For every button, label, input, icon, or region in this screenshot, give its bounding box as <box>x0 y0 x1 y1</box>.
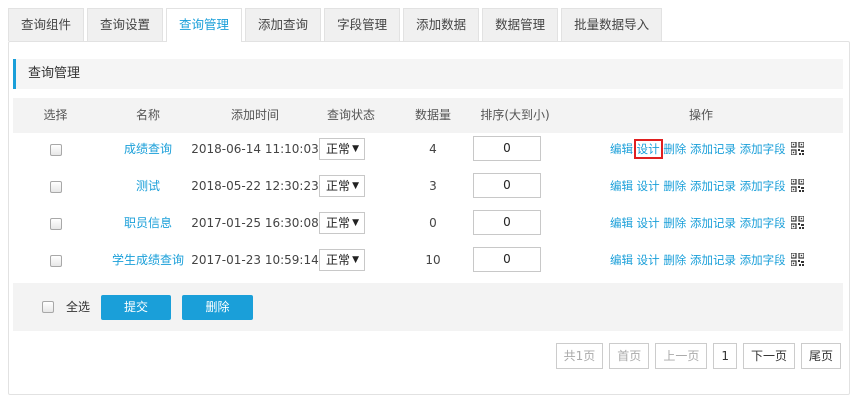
data-count: 0 <box>429 216 437 230</box>
tab-query-components[interactable]: 查询组件 <box>8 8 85 41</box>
edit-link[interactable]: 编辑 <box>610 179 633 193</box>
status-select[interactable]: 正常 ▼ <box>319 212 365 234</box>
header-time: 添加时间 <box>230 108 279 122</box>
data-count: 3 <box>429 179 437 193</box>
added-time: 2018-05-22 12:30:23 <box>191 179 319 193</box>
delete-link[interactable]: 删除 <box>663 216 686 230</box>
header-ops: 操作 <box>688 108 713 122</box>
tab-query-management[interactable]: 查询管理 <box>166 8 243 42</box>
sort-order-input[interactable]: 0 <box>473 210 541 235</box>
row-checkbox[interactable] <box>49 254 62 267</box>
section-title: 查询管理 <box>13 59 843 89</box>
row-select <box>13 205 98 242</box>
added-time: 2017-01-25 16:30:08 <box>191 216 319 230</box>
dropdown-arrow-icon: ▼ <box>352 144 359 154</box>
data-count: 10 <box>425 253 441 267</box>
add-record-link[interactable]: 添加记录 <box>690 216 736 230</box>
sort-order-input[interactable]: 0 <box>473 136 541 161</box>
tab-query-settings[interactable]: 查询设置 <box>87 8 164 41</box>
add-record-link[interactable]: 添加记录 <box>690 179 736 193</box>
row-actions: 编辑 设计 删除 添加记录 添加字段 <box>610 205 805 242</box>
page-number-current[interactable]: 1 <box>713 343 737 369</box>
status-value: 正常 <box>326 142 351 156</box>
status-select[interactable]: 正常 ▼ <box>319 175 365 197</box>
row-select <box>13 131 98 168</box>
row-actions: 编辑 设计 删除 添加记录 添加字段 <box>610 131 805 168</box>
sort-order-input[interactable]: 0 <box>473 173 541 198</box>
table-row: 学生成绩查询 2017-01-23 10:59:14 正常 ▼ 10 0 编辑 设… <box>13 242 843 279</box>
qr-code-icon[interactable] <box>791 216 805 229</box>
qr-code-icon[interactable] <box>791 179 805 192</box>
tab-add-query[interactable]: 添加查询 <box>245 8 322 41</box>
first-page-button[interactable]: 首页 <box>609 343 650 369</box>
header-sort: 排序(大到小) <box>480 108 550 122</box>
add-field-link[interactable]: 添加字段 <box>740 253 786 267</box>
row-select <box>13 242 98 279</box>
design-link[interactable]: 设计 <box>633 139 663 159</box>
row-actions: 编辑 设计 删除 添加记录 添加字段 <box>610 168 805 205</box>
page-total: 共1页 <box>555 343 604 369</box>
status-value: 正常 <box>326 216 351 230</box>
design-link[interactable]: 设计 <box>637 179 660 193</box>
status-select[interactable]: 正常 ▼ <box>319 138 365 160</box>
table-header: 选择 名称 添加时间 查询状态 数据量 排序(大到小) 操作 <box>13 98 843 133</box>
edit-link[interactable]: 编辑 <box>610 216 633 230</box>
row-actions: 编辑 设计 删除 添加记录 添加字段 <box>610 242 805 279</box>
row-checkbox[interactable] <box>49 143 62 156</box>
header-select: 选择 <box>43 108 68 122</box>
header-status: 查询状态 <box>326 108 375 122</box>
added-time: 2017-01-23 10:59:14 <box>191 253 319 267</box>
prev-page-button[interactable]: 上一页 <box>655 343 708 369</box>
pagination: 共1页 首页 上一页 1 下一页 尾页 <box>550 343 841 369</box>
status-value: 正常 <box>326 253 351 267</box>
last-page-button[interactable]: 尾页 <box>800 343 841 369</box>
tab-add-data[interactable]: 添加数据 <box>403 8 480 41</box>
next-page-button[interactable]: 下一页 <box>742 343 795 369</box>
add-field-link[interactable]: 添加字段 <box>740 142 786 156</box>
table-row: 成绩查询 2018-06-14 11:10:03 正常 ▼ 4 0 编辑 设计 删… <box>13 131 843 168</box>
design-link[interactable]: 设计 <box>637 216 660 230</box>
edit-link[interactable]: 编辑 <box>610 253 633 267</box>
tab-data-management[interactable]: 数据管理 <box>482 8 559 41</box>
design-link[interactable]: 设计 <box>637 253 660 267</box>
dropdown-arrow-icon: ▼ <box>352 255 359 265</box>
tab-field-management[interactable]: 字段管理 <box>324 8 401 41</box>
submit-button[interactable]: 提交 <box>101 295 171 320</box>
row-select <box>13 168 98 205</box>
sort-order-input[interactable]: 0 <box>473 247 541 272</box>
data-count: 4 <box>429 142 437 156</box>
row-checkbox[interactable] <box>49 217 62 230</box>
add-field-link[interactable]: 添加字段 <box>740 179 786 193</box>
added-time: 2018-06-14 11:10:03 <box>191 142 319 156</box>
delete-link[interactable]: 删除 <box>663 142 686 156</box>
table-row: 测试 2018-05-22 12:30:23 正常 ▼ 3 0 编辑 设计 删除 … <box>13 168 843 205</box>
delete-link[interactable]: 删除 <box>663 179 686 193</box>
qr-code-icon[interactable] <box>791 253 805 266</box>
status-select[interactable]: 正常 ▼ <box>319 249 365 271</box>
batch-action-bar: 全选 提交 删除 <box>13 283 843 331</box>
qr-code-icon[interactable] <box>791 142 805 155</box>
delete-link[interactable]: 删除 <box>663 253 686 267</box>
add-field-link[interactable]: 添加字段 <box>740 216 786 230</box>
add-record-link[interactable]: 添加记录 <box>690 253 736 267</box>
dropdown-arrow-icon: ▼ <box>352 218 359 228</box>
tab-batch-import[interactable]: 批量数据导入 <box>561 8 663 41</box>
add-record-link[interactable]: 添加记录 <box>690 142 736 156</box>
select-all-checkbox[interactable] <box>42 301 54 313</box>
row-checkbox[interactable] <box>49 180 62 193</box>
main-panel: 查询管理 选择 名称 添加时间 查询状态 数据量 排序(大到小) 操作 成绩查询… <box>8 41 850 395</box>
status-value: 正常 <box>326 179 351 193</box>
dropdown-arrow-icon: ▼ <box>352 181 359 191</box>
select-all-label: 全选 <box>66 300 91 314</box>
edit-link[interactable]: 编辑 <box>610 142 633 156</box>
batch-delete-button[interactable]: 删除 <box>182 295 253 320</box>
tab-bar: 查询组件 查询设置 查询管理 添加查询 字段管理 添加数据 数据管理 批量数据导… <box>8 8 665 42</box>
table-row: 职员信息 2017-01-25 16:30:08 正常 ▼ 0 0 编辑 设计 删… <box>13 205 843 242</box>
